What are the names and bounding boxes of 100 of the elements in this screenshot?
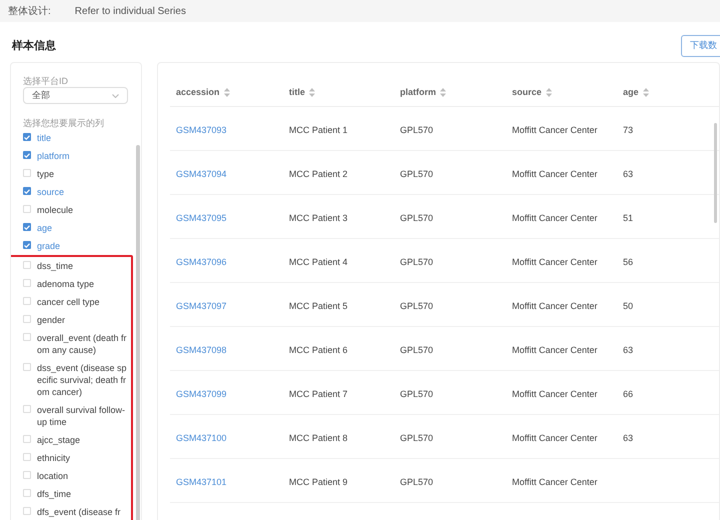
accession-link[interactable]: GSM437099 bbox=[176, 388, 227, 398]
sort-icon[interactable] bbox=[440, 88, 446, 97]
table-cell: MCC Patient 9 bbox=[289, 476, 348, 486]
chevron-down-icon bbox=[112, 94, 119, 98]
accession-link[interactable]: GSM437097 bbox=[176, 300, 227, 310]
column-option[interactable]: location bbox=[23, 467, 127, 485]
field-value: Refer to individual Series bbox=[74, 4, 186, 18]
table-cell: GPL570 bbox=[400, 256, 434, 266]
table-cell: 50 bbox=[623, 300, 634, 310]
column-option[interactable]: overall_event (death from any cause) bbox=[23, 329, 127, 359]
column-option[interactable]: gender bbox=[23, 311, 127, 329]
checkbox[interactable] bbox=[23, 333, 31, 341]
table-cell: GPL570 bbox=[400, 344, 434, 354]
column-option[interactable]: dss_event (disease specific survival; death from cancer) bbox=[23, 359, 127, 401]
check-icon bbox=[24, 224, 30, 230]
check-icon bbox=[24, 242, 30, 248]
section-title: 样本信息 bbox=[12, 38, 56, 54]
table-cell: 63 bbox=[623, 432, 634, 442]
table-cell: 63 bbox=[623, 344, 634, 354]
checkbox[interactable] bbox=[23, 489, 31, 497]
column-option[interactable]: dss_time bbox=[23, 257, 127, 275]
field-label: 选择您想要展示的列 bbox=[23, 117, 105, 129]
scrollbar[interactable] bbox=[714, 123, 717, 223]
column-option[interactable]: molecule bbox=[23, 201, 127, 219]
table-cell: 56 bbox=[623, 256, 634, 266]
table-cell: GPL570 bbox=[400, 388, 434, 398]
column-option[interactable]: age bbox=[23, 219, 127, 237]
checkbox[interactable] bbox=[23, 279, 31, 287]
table-cell: Moffitt Cancer Center bbox=[512, 388, 598, 398]
checkbox[interactable] bbox=[23, 363, 31, 371]
table-cell: MCC Patient 8 bbox=[289, 432, 348, 442]
column-option[interactable]: cancer cell type bbox=[23, 293, 127, 311]
table-cell: Moffitt Cancer Center bbox=[512, 432, 598, 442]
table-cell: GPL570 bbox=[400, 476, 434, 486]
table-cell: GPL570 bbox=[400, 300, 434, 310]
column-option[interactable]: dfs_event (disease fr bbox=[23, 503, 127, 520]
column-option[interactable]: overall survival follow-up time bbox=[23, 401, 127, 431]
sort-icon[interactable] bbox=[309, 88, 316, 97]
table-cell: Moffitt Cancer Center bbox=[512, 168, 598, 178]
sort-icon[interactable] bbox=[642, 88, 649, 97]
sort-icon[interactable] bbox=[224, 88, 230, 97]
table-cell: MCC Patient 5 bbox=[289, 300, 348, 310]
checkbox[interactable] bbox=[23, 205, 31, 213]
accession-link[interactable]: GSM437094 bbox=[176, 168, 227, 178]
platform-select[interactable]: 全部 bbox=[23, 87, 128, 104]
table-cell: MCC Patient 7 bbox=[289, 388, 348, 398]
field-label: 整体设计: bbox=[8, 4, 51, 18]
table-cell: Moffitt Cancer Center bbox=[512, 476, 598, 486]
column-option[interactable]: ethnicity bbox=[23, 449, 127, 467]
table-cell: 51 bbox=[623, 212, 634, 222]
table-cell: Moffitt Cancer Center bbox=[512, 344, 598, 354]
scrollbar[interactable] bbox=[136, 145, 140, 520]
accession-link[interactable]: GSM437101 bbox=[176, 476, 227, 486]
table-cell: Moffitt Cancer Center bbox=[512, 124, 598, 134]
check-icon bbox=[24, 134, 30, 140]
sort-icon[interactable] bbox=[546, 88, 552, 97]
column-option[interactable]: grade bbox=[23, 237, 127, 255]
column-option[interactable]: source bbox=[23, 183, 127, 201]
column-option[interactable]: dfs_time bbox=[23, 485, 127, 503]
download-button[interactable]: 下载数 bbox=[681, 35, 720, 57]
table-cell: 73 bbox=[623, 124, 634, 134]
checkbox[interactable] bbox=[23, 261, 31, 269]
accession-link[interactable]: GSM437100 bbox=[176, 432, 227, 442]
table-cell: GPL570 bbox=[400, 168, 434, 178]
column-header[interactable]: platform bbox=[400, 86, 436, 100]
accession-link[interactable]: GSM437098 bbox=[176, 344, 227, 354]
table-cell: GPL570 bbox=[400, 124, 434, 134]
column-header[interactable]: title bbox=[289, 86, 306, 100]
column-option[interactable]: platform bbox=[23, 147, 127, 165]
table-cell: MCC Patient 6 bbox=[289, 344, 348, 354]
table-cell: MCC Patient 2 bbox=[289, 168, 348, 178]
checkbox[interactable] bbox=[23, 315, 31, 323]
check-icon bbox=[24, 188, 30, 194]
table-cell: 66 bbox=[623, 388, 634, 398]
column-option[interactable]: ajcc_stage bbox=[23, 431, 127, 449]
column-header[interactable]: source bbox=[512, 86, 542, 100]
table-cell: Moffitt Cancer Center bbox=[512, 300, 598, 310]
table-cell: MCC Patient 3 bbox=[289, 212, 348, 222]
checkbox[interactable] bbox=[23, 435, 31, 443]
table-cell: 63 bbox=[623, 168, 634, 178]
table-cell: MCC Patient 4 bbox=[289, 256, 348, 266]
table-cell: GPL570 bbox=[400, 212, 434, 222]
checkbox[interactable] bbox=[23, 405, 31, 413]
checkbox[interactable] bbox=[23, 453, 31, 461]
column-header[interactable]: accession bbox=[176, 86, 220, 100]
column-option[interactable]: adenoma type bbox=[23, 275, 127, 293]
column-option[interactable]: title bbox=[23, 129, 127, 147]
accession-link[interactable]: GSM437096 bbox=[176, 256, 227, 266]
accession-link[interactable]: GSM437095 bbox=[176, 212, 227, 222]
column-option[interactable]: type bbox=[23, 165, 127, 183]
table-cell: GPL570 bbox=[400, 432, 434, 442]
table-cell: MCC Patient 1 bbox=[289, 124, 348, 134]
checkbox[interactable] bbox=[23, 507, 31, 515]
checkbox[interactable] bbox=[23, 169, 31, 177]
checkbox[interactable] bbox=[23, 471, 31, 479]
table-cell: Moffitt Cancer Center bbox=[512, 256, 598, 266]
accession-link[interactable]: GSM437093 bbox=[176, 124, 227, 134]
column-header[interactable]: age bbox=[623, 86, 639, 100]
check-icon bbox=[24, 152, 30, 158]
checkbox[interactable] bbox=[23, 297, 31, 305]
